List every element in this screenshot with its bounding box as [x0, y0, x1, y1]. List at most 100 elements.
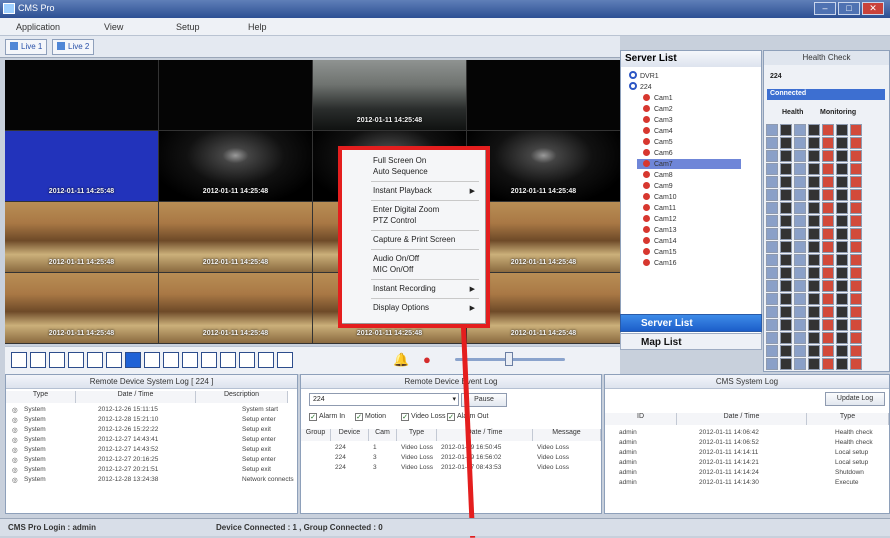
video-grid[interactable]: 2012-01-11 14:25:48 2012-01-11 14:25:48 20…: [5, 60, 621, 344]
layout-button[interactable]: [125, 352, 141, 368]
status-indicator-icon[interactable]: [822, 280, 834, 292]
status-indicator-icon[interactable]: [766, 306, 778, 318]
status-indicator-icon[interactable]: [766, 280, 778, 292]
col-description[interactable]: Description: [196, 391, 288, 403]
status-indicator-icon[interactable]: [836, 293, 848, 305]
status-indicator-icon[interactable]: [850, 306, 862, 318]
status-indicator-icon[interactable]: [836, 358, 848, 370]
tree-camera[interactable]: Cam15: [643, 248, 677, 256]
status-indicator-icon[interactable]: [794, 254, 806, 266]
slider-knob[interactable]: [505, 352, 513, 366]
tree-server[interactable]: DVR1: [629, 71, 659, 80]
status-indicator-icon[interactable]: [780, 137, 792, 149]
status-indicator-icon[interactable]: [794, 202, 806, 214]
status-indicator-icon[interactable]: [780, 280, 792, 292]
layout-button[interactable]: [277, 352, 293, 368]
record-icon[interactable]: ●: [423, 352, 431, 367]
status-indicator-icon[interactable]: [780, 332, 792, 344]
layout-button[interactable]: [182, 352, 198, 368]
status-indicator-icon[interactable]: [766, 176, 778, 188]
layout-button[interactable]: [239, 352, 255, 368]
status-indicator-icon[interactable]: [808, 332, 820, 344]
filter-checkbox[interactable]: ✓ Video Loss: [401, 413, 446, 421]
event-col-header[interactable]: Group: [301, 429, 331, 441]
status-indicator-icon[interactable]: [850, 202, 862, 214]
status-indicator-icon[interactable]: [780, 189, 792, 201]
status-indicator-icon[interactable]: [794, 267, 806, 279]
menu-setup[interactable]: Setup: [176, 22, 200, 32]
status-indicator-icon[interactable]: [808, 228, 820, 240]
status-indicator-icon[interactable]: [766, 254, 778, 266]
status-indicator-icon[interactable]: [794, 319, 806, 331]
tab-live-2[interactable]: Live 2: [52, 39, 95, 55]
status-indicator-icon[interactable]: [780, 293, 792, 305]
status-indicator-icon[interactable]: [836, 345, 848, 357]
tree-camera[interactable]: Cam13: [643, 226, 677, 234]
status-indicator-icon[interactable]: [808, 358, 820, 370]
status-indicator-icon[interactable]: [850, 293, 862, 305]
status-indicator-icon[interactable]: [850, 332, 862, 344]
status-indicator-icon[interactable]: [808, 280, 820, 292]
status-indicator-icon[interactable]: [850, 345, 862, 357]
status-indicator-icon[interactable]: [808, 254, 820, 266]
status-indicator-icon[interactable]: [836, 280, 848, 292]
status-indicator-icon[interactable]: [822, 228, 834, 240]
maximize-button[interactable]: □: [838, 2, 860, 15]
status-indicator-icon[interactable]: [850, 150, 862, 162]
status-indicator-icon[interactable]: [766, 202, 778, 214]
status-indicator-icon[interactable]: [794, 332, 806, 344]
tree-camera[interactable]: Cam7: [643, 160, 673, 168]
status-indicator-icon[interactable]: [794, 228, 806, 240]
close-button[interactable]: ✕: [862, 2, 884, 15]
tree-camera[interactable]: Cam4: [643, 127, 673, 135]
status-indicator-icon[interactable]: [794, 280, 806, 292]
status-indicator-icon[interactable]: [794, 176, 806, 188]
camera-tile[interactable]: 2012-01-11 14:25:48: [5, 202, 158, 272]
status-indicator-icon[interactable]: [836, 189, 848, 201]
status-indicator-icon[interactable]: [794, 189, 806, 201]
menu-application[interactable]: Application: [16, 22, 60, 32]
status-indicator-icon[interactable]: [850, 228, 862, 240]
menu-help[interactable]: Help: [248, 22, 267, 32]
status-indicator-icon[interactable]: [794, 358, 806, 370]
status-indicator-icon[interactable]: [780, 202, 792, 214]
status-indicator-icon[interactable]: [766, 150, 778, 162]
status-indicator-icon[interactable]: [766, 124, 778, 136]
map-list-button[interactable]: Map List: [620, 333, 762, 350]
status-indicator-icon[interactable]: [822, 189, 834, 201]
status-indicator-icon[interactable]: [850, 189, 862, 201]
layout-button[interactable]: [106, 352, 122, 368]
status-indicator-icon[interactable]: [808, 124, 820, 136]
event-col-header[interactable]: Cam: [369, 429, 397, 441]
status-indicator-icon[interactable]: [766, 345, 778, 357]
status-indicator-icon[interactable]: [836, 228, 848, 240]
tree-camera[interactable]: Cam5: [643, 138, 673, 146]
status-indicator-icon[interactable]: [766, 293, 778, 305]
status-indicator-icon[interactable]: [822, 319, 834, 331]
status-indicator-icon[interactable]: [836, 176, 848, 188]
col-id[interactable]: ID: [605, 413, 677, 425]
status-indicator-icon[interactable]: [808, 241, 820, 253]
status-indicator-icon[interactable]: [780, 241, 792, 253]
status-indicator-icon[interactable]: [766, 228, 778, 240]
status-indicator-icon[interactable]: [766, 137, 778, 149]
status-indicator-icon[interactable]: [808, 215, 820, 227]
layout-button[interactable]: [49, 352, 65, 368]
camera-tile[interactable]: [467, 60, 620, 130]
status-indicator-icon[interactable]: [780, 319, 792, 331]
status-indicator-icon[interactable]: [808, 163, 820, 175]
layout-button[interactable]: [30, 352, 46, 368]
tree-camera[interactable]: Cam1: [643, 94, 673, 102]
event-col-header[interactable]: Message: [533, 429, 601, 441]
update-log-button[interactable]: Update Log: [825, 392, 885, 406]
camera-tile[interactable]: 2012-01-11 14:25:48: [313, 60, 466, 130]
status-indicator-icon[interactable]: [794, 150, 806, 162]
status-indicator-icon[interactable]: [850, 137, 862, 149]
status-indicator-icon[interactable]: [808, 345, 820, 357]
tab-live-1[interactable]: Live 1: [5, 39, 48, 55]
status-indicator-icon[interactable]: [808, 202, 820, 214]
status-indicator-icon[interactable]: [836, 215, 848, 227]
status-indicator-icon[interactable]: [836, 137, 848, 149]
camera-tile[interactable]: 2012-01-11 14:25:48: [159, 202, 312, 272]
layout-button[interactable]: [144, 352, 160, 368]
